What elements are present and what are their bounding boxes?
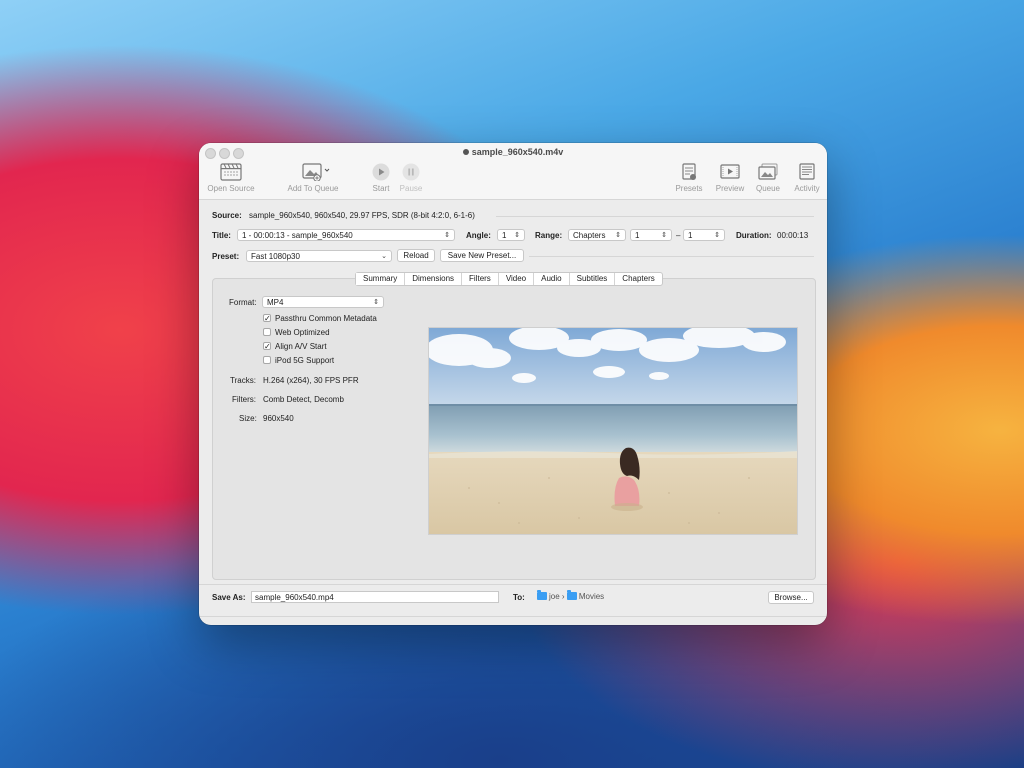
window-title: sample_960x540.m4v (199, 147, 827, 157)
destination-path[interactable]: joe › Movies (537, 590, 605, 601)
chevron-updown-icon: ⇕ (514, 232, 520, 239)
pause-icon (402, 163, 420, 181)
range-end-select[interactable]: 1 ⇕ (683, 229, 725, 241)
tab-bar: Summary Dimensions Filters Video Audio S… (355, 272, 663, 286)
source-label: Source: (212, 211, 242, 220)
preview-button[interactable]: Preview (712, 163, 748, 193)
presets-button[interactable]: Presets (672, 163, 706, 193)
tab-chapters[interactable]: Chapters (615, 273, 661, 285)
duration-value: 00:00:13 (777, 231, 809, 240)
beach-scene-image (429, 328, 797, 534)
ipod-5g-support-label: iPod 5G Support (275, 356, 335, 365)
tab-video[interactable]: Video (499, 273, 535, 285)
ipod-5g-support-checkbox[interactable] (263, 356, 271, 364)
save-as-label: Save As: (212, 593, 246, 602)
web-optimized-checkbox[interactable] (263, 328, 271, 336)
handbrake-window: sample_960x540.m4v Open Source Add To Qu… (199, 143, 827, 625)
folder-icon (566, 590, 577, 600)
source-info: sample_960x540, 960x540, 29.97 FPS, SDR … (249, 211, 475, 220)
bottom-divider (199, 584, 827, 585)
chevron-updown-icon: ⇕ (661, 232, 667, 239)
activity-button[interactable]: Activity (789, 163, 825, 193)
chevron-updown-icon: ⇕ (615, 232, 621, 239)
document-icon (462, 149, 469, 155)
destination-label: To: (513, 593, 525, 602)
tab-dimensions[interactable]: Dimensions (405, 273, 463, 285)
open-source-button[interactable]: Open Source (205, 163, 257, 193)
path-movies: Movies (578, 592, 605, 601)
range-type-select[interactable]: Chapters ⇕ (568, 229, 626, 241)
passthru-metadata-checkbox[interactable]: ✓ (263, 314, 271, 323)
title-bar: sample_960x540.m4v Open Source Add To Qu… (199, 143, 827, 200)
save-new-preset-button[interactable]: Save New Preset... (440, 249, 524, 262)
presets-icon (682, 163, 696, 180)
add-to-queue-button[interactable]: Add To Queue (283, 163, 343, 193)
preset-select[interactable]: Fast 1080p30 ⌄ (246, 250, 392, 262)
activity-icon (799, 163, 815, 180)
tab-filters[interactable]: Filters (462, 273, 499, 285)
filters-label: Filters: (232, 395, 256, 404)
queue-button[interactable]: Queue (753, 163, 783, 193)
duration-label: Duration: (736, 231, 772, 240)
tracks-label: Tracks: (230, 376, 256, 385)
chevron-down-icon: ⌄ (381, 253, 387, 260)
reload-button[interactable]: Reload (397, 249, 435, 262)
range-label: Range: (535, 231, 563, 240)
pause-button[interactable]: Pause (397, 163, 425, 193)
path-user: joe (549, 592, 560, 601)
size-label: Size: (239, 414, 257, 423)
path-separator: › (561, 592, 565, 601)
window-bottom-divider (199, 616, 827, 617)
play-icon (372, 163, 390, 181)
align-av-start-label: Align A/V Start (275, 342, 327, 351)
size-value: 960x540 (263, 414, 294, 423)
chevron-updown-icon: ⇕ (373, 299, 379, 306)
passthru-metadata-label: Passthru Common Metadata (275, 314, 377, 323)
preset-divider (529, 256, 814, 257)
folder-icon (537, 590, 547, 600)
add-to-queue-icon (302, 163, 330, 181)
preset-label: Preset: (212, 252, 240, 261)
tracks-value: H.264 (x264), 30 FPS PFR (263, 376, 359, 385)
format-label: Format: (229, 298, 257, 307)
filters-value: Comb Detect, Decomb (263, 395, 344, 404)
preview-icon (720, 164, 740, 179)
chevron-updown-icon: ⇕ (714, 232, 720, 239)
film-clapper-icon (220, 163, 242, 181)
start-button[interactable]: Start (367, 163, 395, 193)
browse-button[interactable]: Browse... (768, 591, 814, 604)
tab-audio[interactable]: Audio (534, 273, 570, 285)
preview-image[interactable] (428, 327, 798, 535)
web-optimized-label: Web Optimized (275, 328, 330, 337)
queue-icon (758, 163, 778, 180)
align-av-start-checkbox[interactable]: ✓ (263, 342, 271, 351)
range-dash: – (676, 231, 681, 240)
source-divider (496, 216, 814, 217)
tab-summary[interactable]: Summary (356, 273, 406, 285)
tab-subtitles[interactable]: Subtitles (570, 273, 616, 285)
title-select[interactable]: 1 - 00:00:13 - sample_960x540 ⇕ (237, 229, 455, 241)
range-start-select[interactable]: 1 ⇕ (630, 229, 672, 241)
chevron-updown-icon: ⇕ (444, 232, 450, 239)
angle-select[interactable]: 1 ⇕ (497, 229, 525, 241)
angle-label: Angle: (466, 231, 491, 240)
format-select[interactable]: MP4 ⇕ (262, 296, 384, 308)
title-label: Title: (212, 231, 231, 240)
save-as-field[interactable]: sample_960x540.mp4 (251, 591, 499, 603)
